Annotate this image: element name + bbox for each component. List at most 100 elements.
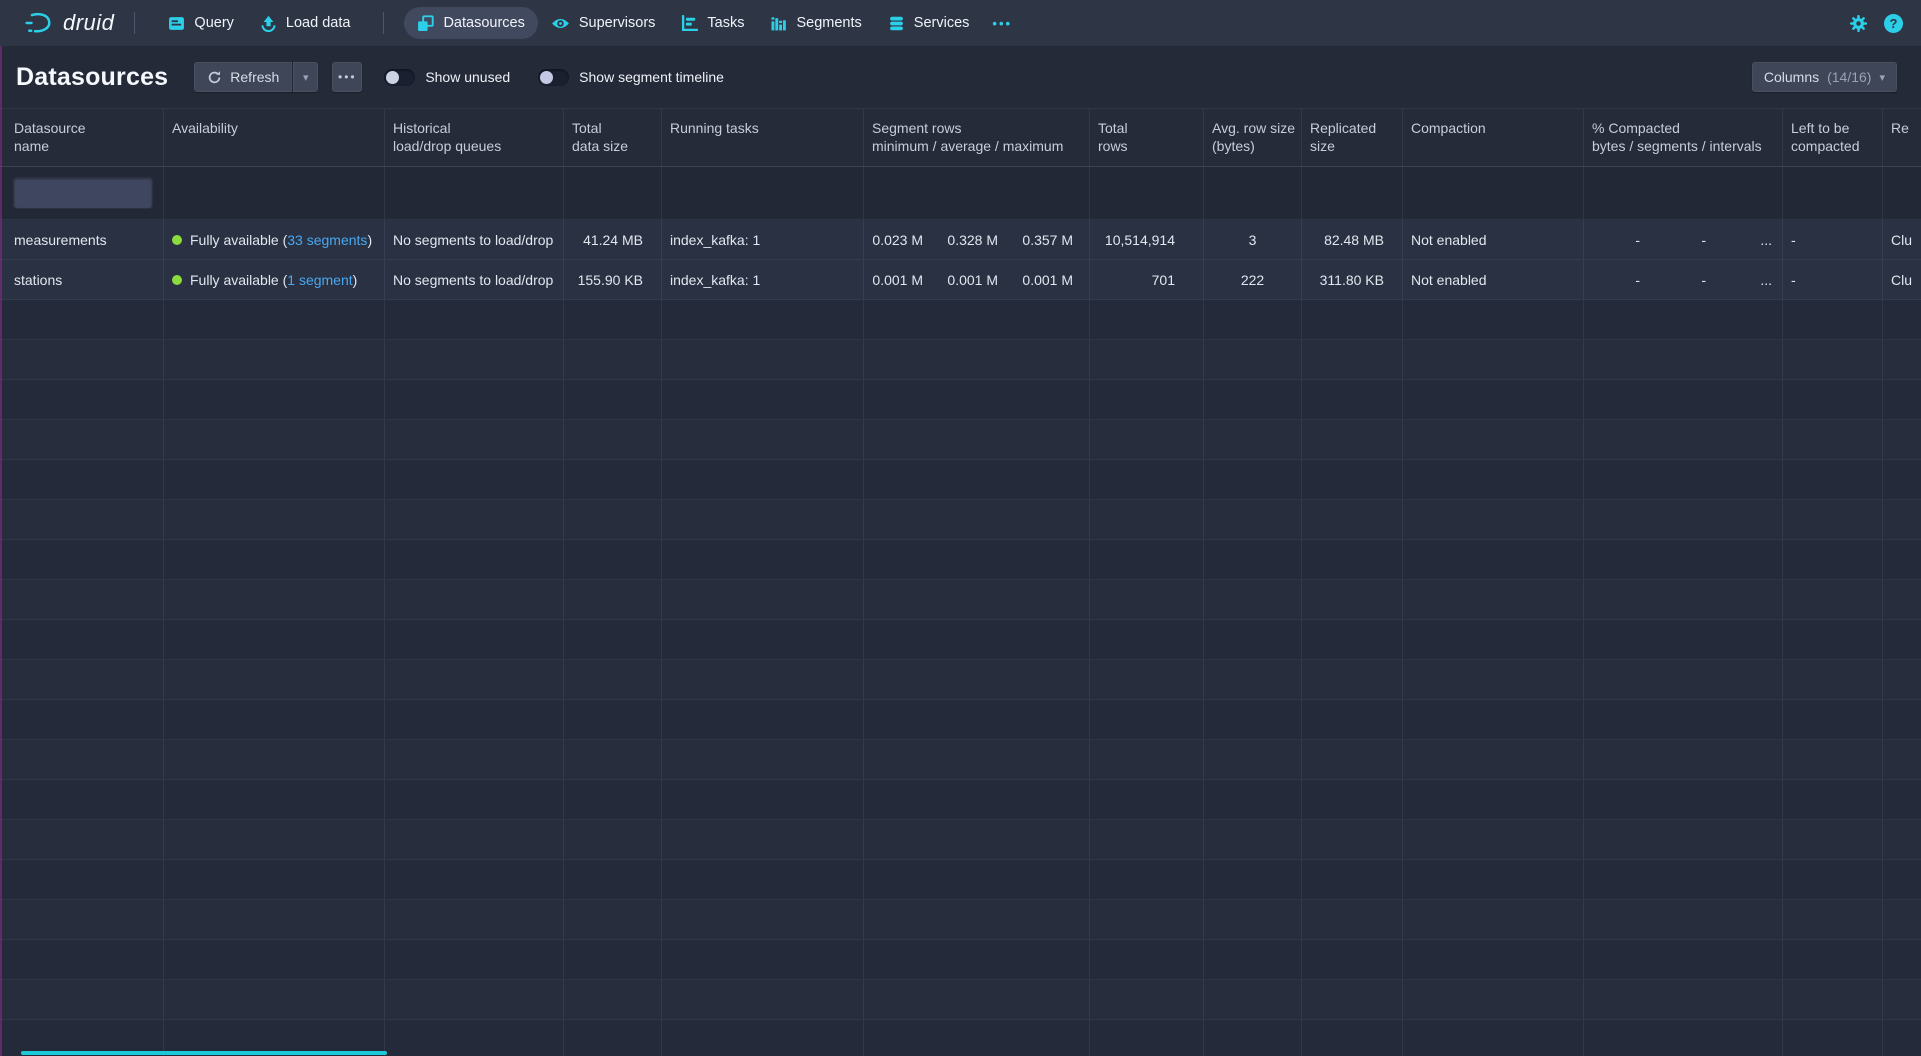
column-header-retention[interactable]: Re <box>1883 109 1921 166</box>
empty-cell <box>1204 940 1302 979</box>
empty-cell <box>1403 700 1584 739</box>
refresh-caret-button[interactable]: ▾ <box>292 62 318 92</box>
empty-rows-area <box>0 300 1921 1056</box>
druid-logo[interactable]: druid <box>24 10 114 36</box>
nav-item-load-data[interactable]: Load data <box>247 7 364 39</box>
empty-cell <box>385 820 564 859</box>
empty-cell <box>0 420 164 459</box>
segments-link[interactable]: 1 segment <box>287 272 352 288</box>
empty-cell <box>1204 620 1302 659</box>
empty-table-row <box>0 300 1921 340</box>
nav-item-label: Load data <box>286 15 351 31</box>
table-row: stations Fully available (1 segment) No … <box>0 260 1921 300</box>
empty-cell <box>0 980 164 1019</box>
column-header-replicated-size[interactable]: Replicatedsize <box>1302 109 1403 166</box>
segments-link[interactable]: 33 segments <box>287 232 367 248</box>
empty-cell <box>662 780 864 819</box>
empty-cell <box>164 820 385 859</box>
empty-cell <box>164 460 385 499</box>
size-text: 41.24 MB <box>583 232 643 248</box>
empty-cell <box>564 300 662 339</box>
datasource-name-cell: measurements <box>0 220 164 259</box>
empty-cell <box>1584 820 1783 859</box>
empty-cell <box>1403 340 1584 379</box>
help-icon[interactable]: ? <box>1884 14 1903 33</box>
header-line1: Compaction <box>1411 119 1575 137</box>
empty-cell <box>1302 820 1403 859</box>
size-text: 155.90 KB <box>578 272 643 288</box>
empty-table-row <box>0 380 1921 420</box>
empty-cell <box>864 700 1090 739</box>
column-header-percent-compacted[interactable]: % Compactedbytes / segments / intervals <box>1584 109 1783 166</box>
column-header-running-tasks[interactable]: Running tasks <box>662 109 864 166</box>
empty-table-row <box>0 340 1921 380</box>
empty-cell <box>0 580 164 619</box>
running-tasks-cell: index_kafka: 1 <box>662 220 864 259</box>
show-unused-toggle[interactable] <box>384 69 415 86</box>
column-header-segment-rows[interactable]: Segment rowsminimum / average / maximum <box>864 109 1090 166</box>
empty-cell <box>564 1020 662 1056</box>
column-header-availability[interactable]: Availability <box>164 109 385 166</box>
refresh-button[interactable]: Refresh <box>194 62 292 92</box>
empty-table-row <box>0 940 1921 980</box>
column-header-left-to-be-compacted[interactable]: Left to becompacted <box>1783 109 1883 166</box>
window-edge-line <box>0 46 2 1056</box>
show-segment-timeline-toggle[interactable] <box>538 69 569 86</box>
column-header-avg-row-size[interactable]: Avg. row size(bytes) <box>1204 109 1302 166</box>
top-nav-bar: druid Query Load data Datasources Supe <box>0 0 1921 46</box>
horizontal-scrollbar-thumb[interactable] <box>21 1051 387 1055</box>
empty-cell <box>564 860 662 899</box>
empty-cell <box>864 500 1090 539</box>
nav-item-datasources[interactable]: Datasources <box>404 7 537 39</box>
nav-item-services[interactable]: Services <box>875 7 983 39</box>
empty-cell <box>1883 500 1921 539</box>
column-header-total-data-size[interactable]: Totaldata size <box>564 109 662 166</box>
empty-cell <box>1584 740 1783 779</box>
empty-cell <box>385 540 564 579</box>
empty-cell <box>564 740 662 779</box>
empty-cell <box>1302 460 1403 499</box>
segment-rows-avg: 0.328 M <box>939 220 1014 259</box>
columns-selector-button[interactable]: Columns (14/16) ▾ <box>1752 62 1897 92</box>
empty-cell <box>1584 340 1783 379</box>
header-line1: Left to be <box>1791 119 1874 137</box>
replicated-size-cell: 311.80 KB <box>1302 260 1403 299</box>
column-header-historical-queues[interactable]: Historicalload/drop queues <box>385 109 564 166</box>
header-line2: name <box>14 137 155 155</box>
column-header-total-rows[interactable]: Totalrows <box>1090 109 1204 166</box>
nav-item-supervisors[interactable]: Supervisors <box>538 7 669 39</box>
empty-cell <box>0 660 164 699</box>
empty-cell <box>1883 340 1921 379</box>
nav-more-button[interactable]: ••• <box>982 16 1022 31</box>
total-data-size-cell: 155.90 KB <box>564 260 662 299</box>
empty-cell <box>1403 660 1584 699</box>
availability-suffix: ) <box>353 272 358 288</box>
nav-item-tasks[interactable]: Tasks <box>668 7 757 39</box>
empty-cell <box>1302 980 1403 1019</box>
column-header-datasource-name[interactable]: Datasourcename <box>0 109 164 166</box>
empty-cell <box>0 620 164 659</box>
nav-item-segments[interactable]: Segments <box>757 7 874 39</box>
datasource-name-filter-input[interactable] <box>14 178 152 208</box>
empty-cell <box>0 900 164 939</box>
column-header-compaction[interactable]: Compaction <box>1403 109 1584 166</box>
header-line2: compacted <box>1791 137 1874 155</box>
empty-cell <box>1090 420 1204 459</box>
nav-item-query[interactable]: Query <box>155 7 247 39</box>
empty-cell <box>662 740 864 779</box>
avg-row-size-cell: 3 <box>1204 220 1302 259</box>
gear-icon[interactable] <box>1850 15 1867 32</box>
empty-table-row <box>0 980 1921 1020</box>
more-actions-button[interactable]: ••• <box>332 62 362 92</box>
compacted-intervals: ... <box>1716 260 1782 299</box>
availability-suffix: ) <box>367 232 372 248</box>
segment-rows-avg: 0.001 M <box>939 260 1014 299</box>
header-line1: Total <box>572 119 643 137</box>
header-line2: bytes / segments / intervals <box>1592 137 1782 155</box>
header-line1: Historical <box>393 119 555 137</box>
empty-table-row <box>0 860 1921 900</box>
empty-cell <box>1584 500 1783 539</box>
empty-cell <box>662 380 864 419</box>
empty-cell <box>0 540 164 579</box>
empty-table-row <box>0 820 1921 860</box>
